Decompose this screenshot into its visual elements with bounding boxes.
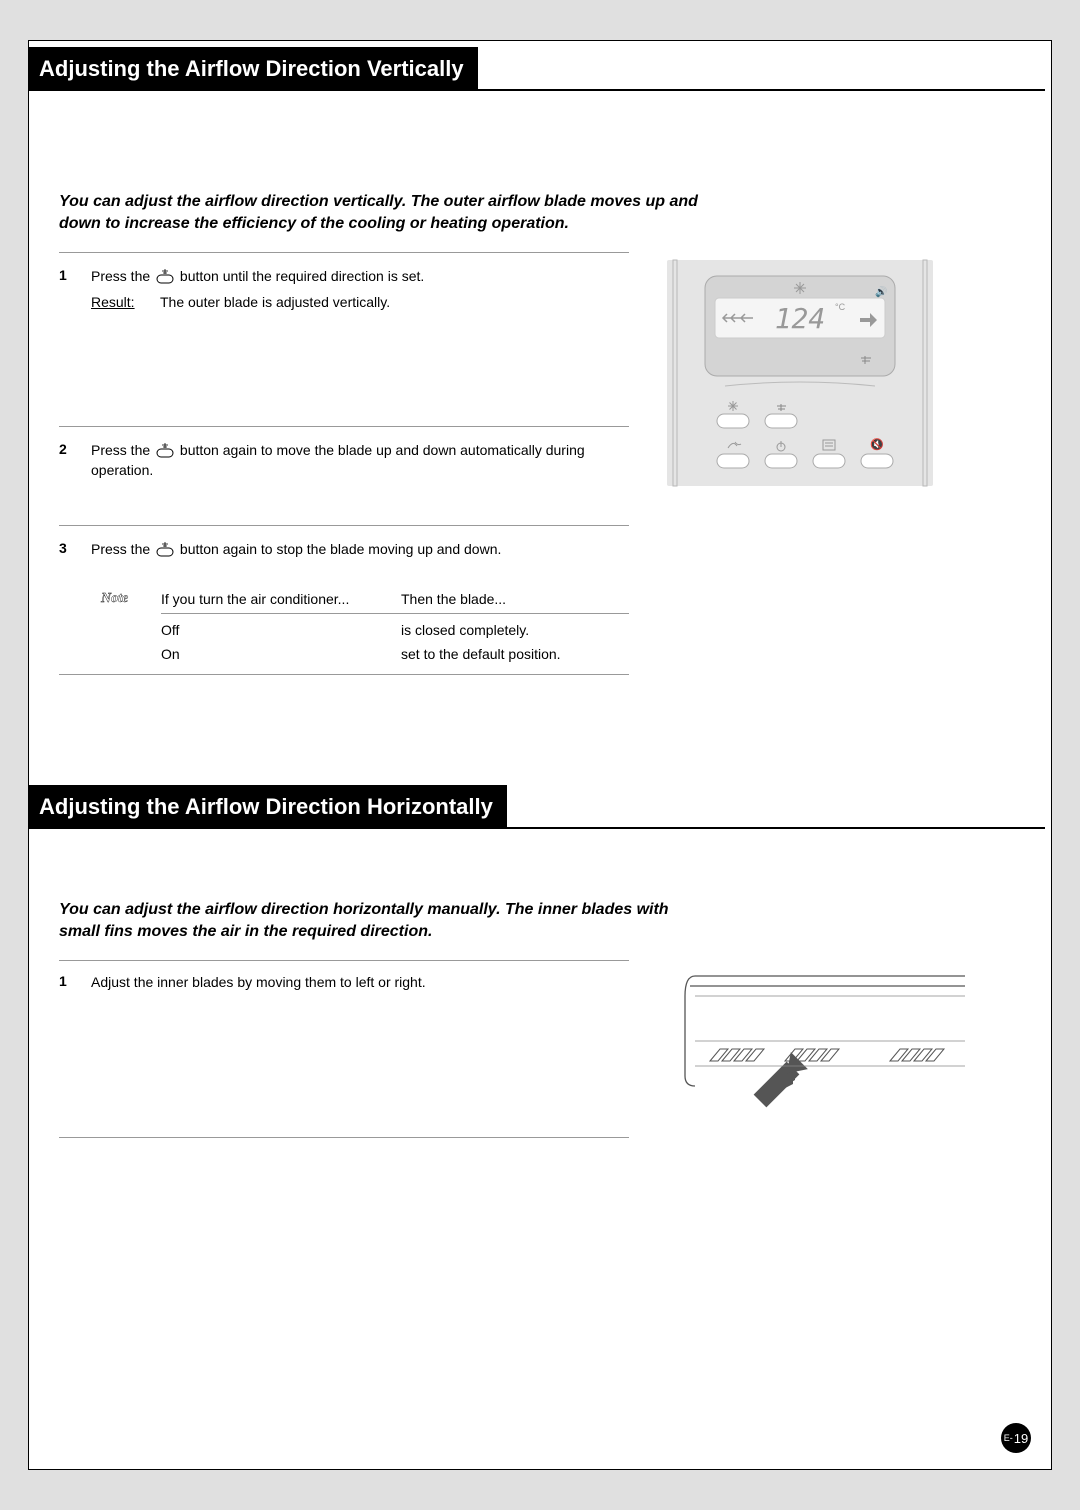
result-text: The outer blade is adjusted vertically. [160, 293, 390, 313]
note-label: Note [101, 591, 161, 662]
svg-text:°C: °C [835, 302, 846, 312]
swing-button-icon [154, 540, 176, 558]
section1-title: Adjusting the Airflow Direction Vertical… [29, 47, 478, 91]
note-block: Note If you turn the air conditioner... … [101, 591, 629, 662]
louver-illustration [665, 966, 965, 1116]
result-row: Result: The outer blade is adjusted vert… [91, 293, 629, 313]
section1-steps: 1 Press the button until the required di… [59, 252, 629, 675]
result-label: Result: [91, 293, 146, 313]
note-table: If you turn the air conditioner... Then … [161, 591, 629, 662]
section2-title-bar: Adjusting the Airflow Direction Horizont… [29, 785, 1051, 829]
note-row: Off is closed completely. [161, 614, 629, 638]
remote-figure: 124 °C 🔊 [665, 252, 1015, 491]
step-1: 1 Adjust the inner blades by moving them… [59, 961, 629, 1007]
step-2: 2 Press the button again to move the bla… [59, 427, 629, 494]
step-3: 3 Press the button again to stop the bla… [59, 526, 629, 574]
section2-content-row: 1 Adjust the inner blades by moving them… [59, 960, 1015, 1138]
note-head-c2: Then the blade... [401, 591, 629, 607]
remote-illustration: 124 °C 🔊 [665, 258, 935, 488]
section2-body: You can adjust the airflow direction hor… [29, 899, 1051, 1138]
page-number: 19 [1014, 1431, 1028, 1446]
step-text: Press the button until the required dire… [91, 267, 629, 312]
step-text: Press the button again to move the blade… [91, 441, 629, 480]
louver-figure [665, 960, 1015, 1119]
note-table-header: If you turn the air conditioner... Then … [161, 591, 629, 614]
section1-title-bar: Adjusting the Airflow Direction Vertical… [29, 47, 1051, 91]
step-number: 2 [59, 441, 77, 480]
section1-content-row: 1 Press the button until the required di… [59, 252, 1015, 675]
svg-text:🔇: 🔇 [870, 438, 884, 451]
section1-body: You can adjust the airflow direction ver… [29, 191, 1051, 675]
page-number-badge: E-19 [1001, 1423, 1031, 1453]
section2-steps: 1 Adjust the inner blades by moving them… [59, 960, 629, 1138]
note-row: On set to the default position. [161, 638, 629, 662]
section1-intro: You can adjust the airflow direction ver… [59, 191, 699, 234]
step-number: 1 [59, 267, 77, 312]
section2-title: Adjusting the Airflow Direction Horizont… [29, 785, 507, 829]
page: Adjusting the Airflow Direction Vertical… [0, 0, 1080, 1510]
section2-intro: You can adjust the airflow direction hor… [59, 899, 699, 942]
step-number: 1 [59, 973, 77, 993]
swing-button-icon [154, 441, 176, 459]
swing-button-icon [154, 267, 176, 285]
step-number: 3 [59, 540, 77, 560]
step-text: Press the button again to stop the blade… [91, 540, 629, 560]
page-prefix: E- [1004, 1433, 1013, 1443]
section2: Adjusting the Airflow Direction Horizont… [29, 785, 1051, 1138]
document-sheet: Adjusting the Airflow Direction Vertical… [28, 40, 1052, 1470]
step-text: Adjust the inner blades by moving them t… [91, 973, 629, 993]
note-head-c1: If you turn the air conditioner... [161, 591, 401, 607]
remote-temp: 124 [775, 302, 826, 335]
svg-text:🔊: 🔊 [875, 285, 887, 298]
step-1: 1 Press the button until the required di… [59, 253, 629, 326]
